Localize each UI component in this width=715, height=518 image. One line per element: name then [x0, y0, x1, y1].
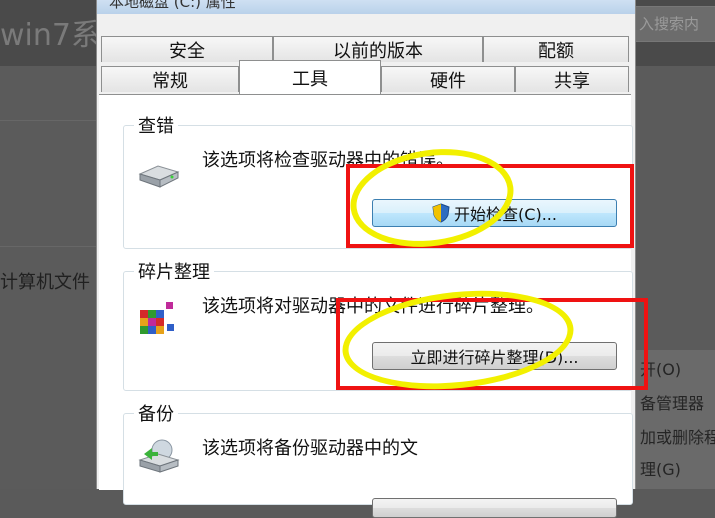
- context-menu-item[interactable]: 备管理器: [640, 390, 704, 414]
- tab-security[interactable]: 安全: [101, 36, 273, 62]
- background-text: 计算机文件: [0, 272, 90, 293]
- group-backup: 备份 该选项将备份驱动器中的文: [123, 400, 633, 518]
- dialog-titlebar: 本地磁盘 (C:) 属性: [97, 0, 635, 14]
- group-title: 备份: [134, 400, 178, 426]
- background-divider: [0, 120, 100, 121]
- tab-hardware[interactable]: 硬件: [381, 66, 515, 92]
- group-title: 碎片整理: [134, 258, 214, 284]
- tab-panel-tools: 查错 该选项将检查驱动器中的错误。 开始检查(C)... 碎片整理 该选项将对驱…: [99, 94, 633, 518]
- backup-icon: [138, 439, 180, 473]
- background-divider: [0, 246, 100, 247]
- tab-quota[interactable]: 配额: [483, 36, 629, 62]
- tab-previous-versions[interactable]: 以前的版本: [273, 36, 483, 62]
- defrag-icon: [140, 302, 174, 334]
- group-title: 查错: [134, 112, 178, 138]
- context-menu-item[interactable]: 理(G): [640, 456, 681, 480]
- group-description: 该选项将备份驱动器中的文: [202, 438, 418, 459]
- context-menu-item[interactable]: 加或删除程: [640, 424, 715, 448]
- tab-tools[interactable]: 工具: [239, 60, 381, 94]
- background-site-title: win7系: [0, 18, 101, 53]
- tab-general[interactable]: 常规: [101, 66, 239, 92]
- backup-now-button[interactable]: [372, 498, 617, 518]
- dialog-title: 本地磁盘 (C:) 属性: [109, 0, 236, 11]
- tab-sharing[interactable]: 共享: [515, 66, 629, 92]
- background-search-input[interactable]: 入搜索内: [632, 6, 715, 42]
- hard-drive-icon: [138, 165, 180, 188]
